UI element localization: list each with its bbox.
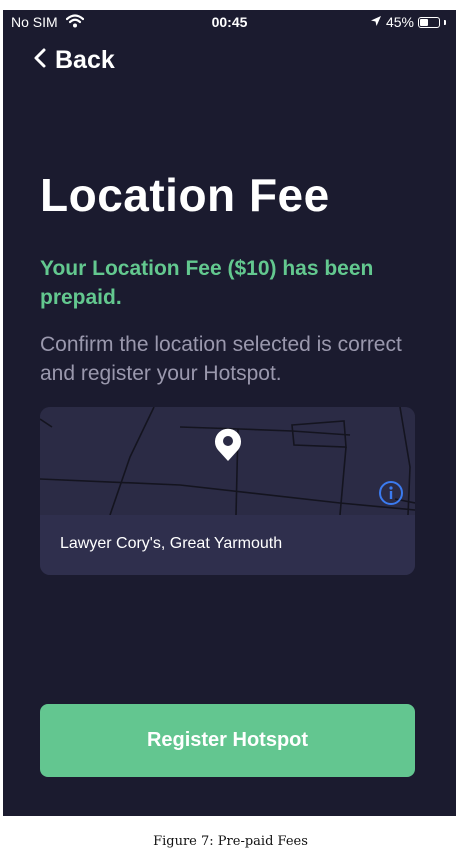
instruction-text: Confirm the location selected is correct… <box>40 333 402 385</box>
battery-cap <box>444 19 446 25</box>
map-pin-icon <box>212 427 244 468</box>
register-hotspot-label: Register Hotspot <box>146 729 309 751</box>
location-label: Lawyer Cory's, Great Yarmouth <box>60 535 283 552</box>
back-button[interactable]: Back <box>33 46 115 75</box>
location-arrow-icon <box>370 14 382 30</box>
status-bar: No SIM 00:45 45% <box>3 14 456 34</box>
status-right: 45% <box>370 14 446 30</box>
info-icon[interactable] <box>378 480 404 511</box>
battery-fill <box>420 18 428 26</box>
prepaid-message: Your Location Fee ($10) has been prepaid… <box>40 257 374 309</box>
battery-icon <box>418 16 440 28</box>
register-hotspot-button[interactable]: Register Hotspot <box>40 704 415 777</box>
map-view[interactable] <box>40 407 415 516</box>
back-label: Back <box>55 46 115 74</box>
phone-screen: No SIM 00:45 45% Back Location Fee Your … <box>3 10 456 816</box>
location-map-card[interactable]: Lawyer Cory's, Great Yarmouth <box>40 407 415 575</box>
page-title: Location Fee <box>40 169 330 221</box>
figure-caption: Figure 7: Pre-paid Fees <box>153 834 308 849</box>
battery-percent: 45% <box>385 14 414 30</box>
chevron-left-icon <box>33 47 47 74</box>
